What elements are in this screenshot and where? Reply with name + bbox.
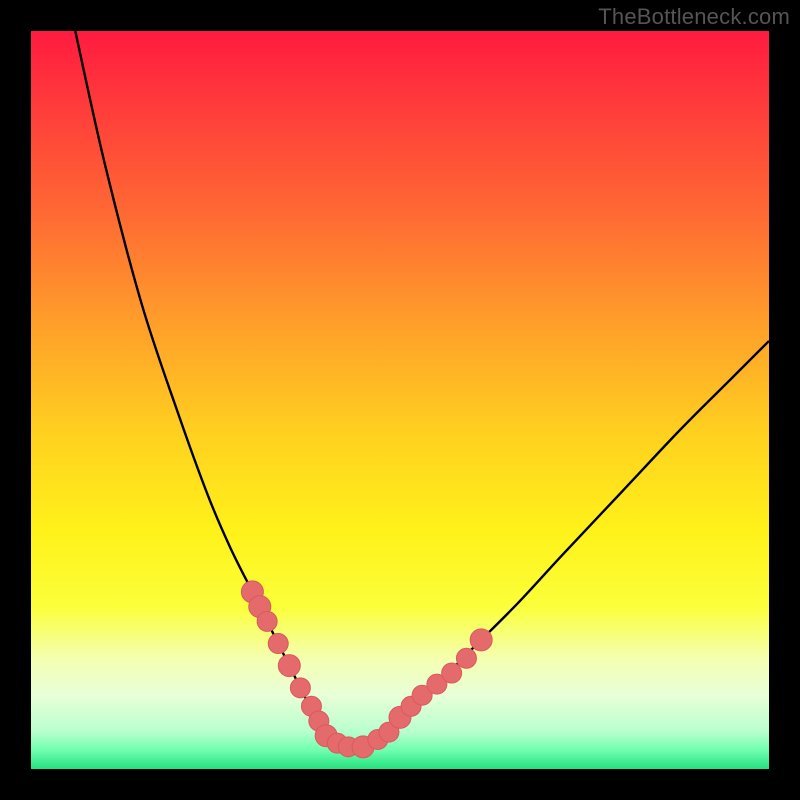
highlight-marker bbox=[290, 678, 310, 698]
curve-layer bbox=[31, 31, 769, 769]
plot-area bbox=[31, 31, 769, 769]
bottleneck-curve bbox=[75, 31, 769, 748]
highlight-marker bbox=[470, 629, 492, 651]
highlight-marker bbox=[442, 663, 462, 683]
highlighted-points-group bbox=[241, 581, 492, 758]
watermark-text: TheBottleneck.com bbox=[598, 4, 790, 30]
highlight-marker bbox=[456, 648, 476, 668]
highlight-marker bbox=[268, 634, 288, 654]
highlight-marker bbox=[278, 655, 300, 677]
highlight-marker bbox=[257, 611, 277, 631]
chart-frame: TheBottleneck.com bbox=[0, 0, 800, 800]
